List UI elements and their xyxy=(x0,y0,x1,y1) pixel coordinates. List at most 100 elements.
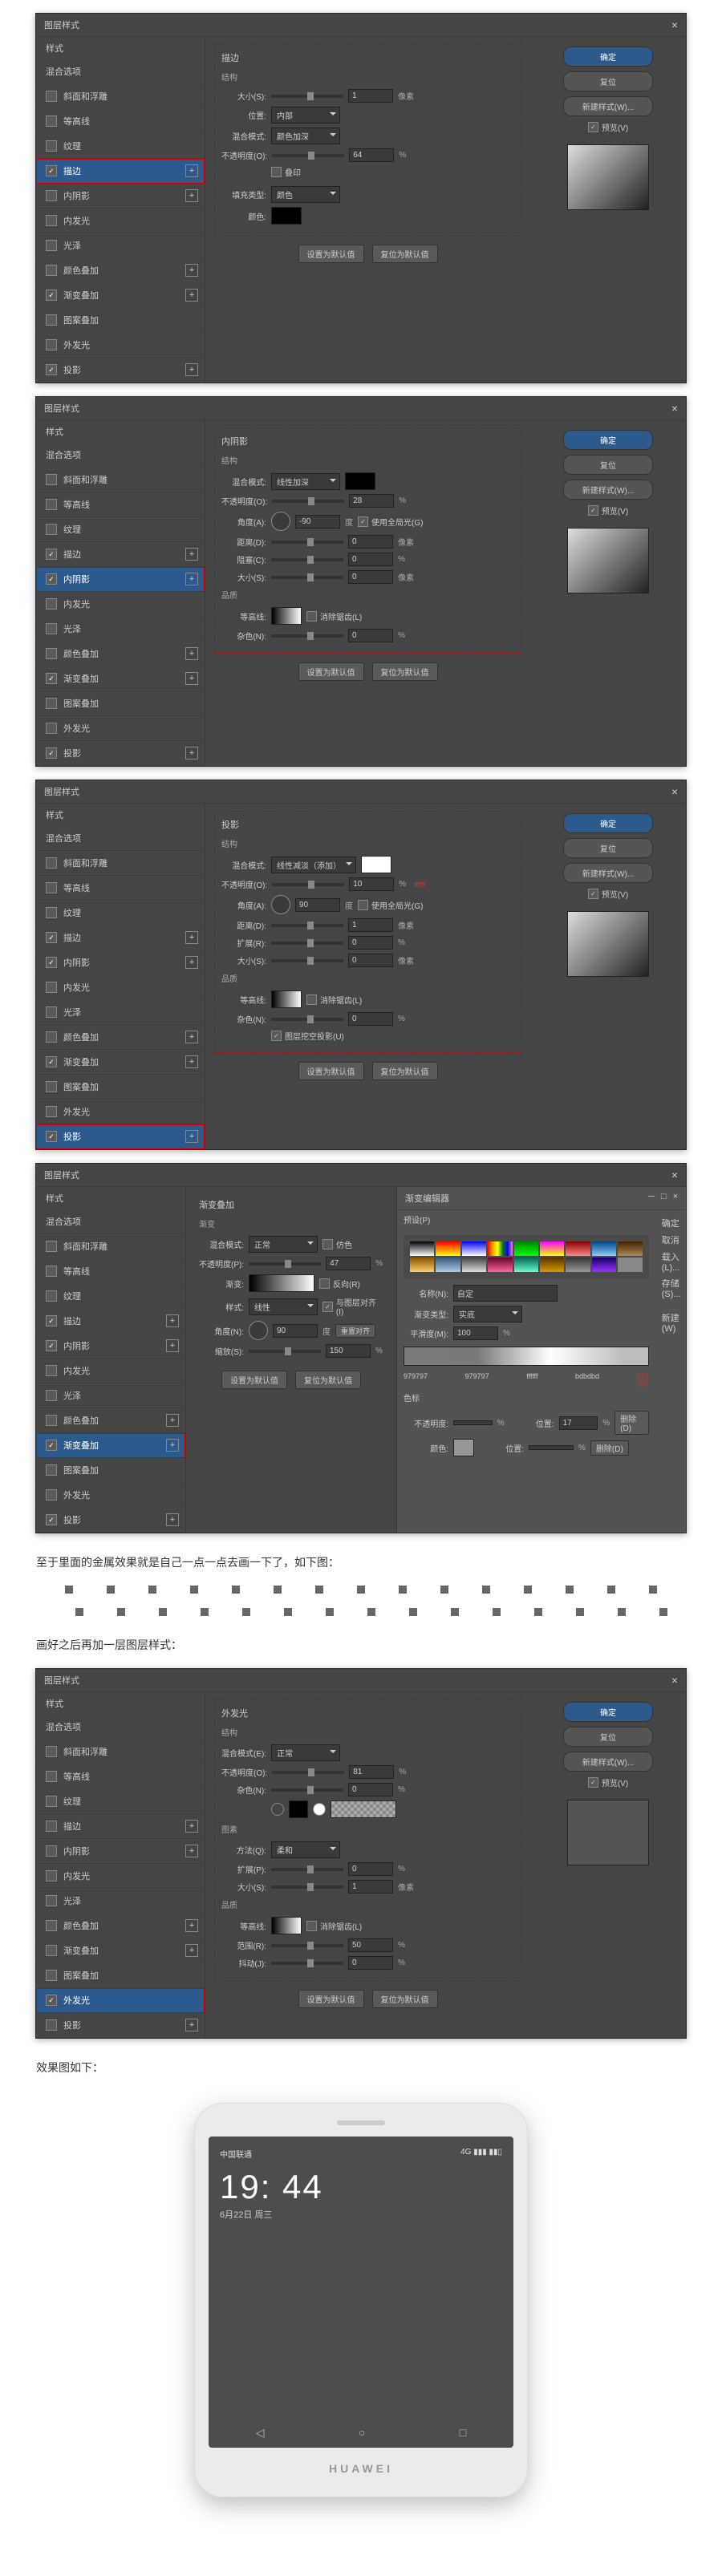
choke-input[interactable]: 0 xyxy=(348,553,393,566)
style-bevel[interactable]: 斜面和浮雕 xyxy=(36,468,205,492)
style-grad-overlay[interactable]: ✓渐变叠加+ xyxy=(36,1050,205,1075)
style-contour[interactable]: 等高线 xyxy=(36,109,205,134)
style-stroke[interactable]: ✓描边+ xyxy=(36,1309,185,1334)
style-drop-shadow[interactable]: 投影+ xyxy=(36,2013,205,2038)
style-texture[interactable]: 纹理 xyxy=(36,517,205,542)
style-outer-glow[interactable]: 外发光 xyxy=(36,716,205,741)
plus-icon[interactable]: + xyxy=(185,289,198,302)
stop-opacity-input[interactable] xyxy=(453,1420,493,1425)
style-texture[interactable]: 纹理 xyxy=(36,1284,185,1309)
distance-input[interactable]: 0 xyxy=(348,535,393,549)
gradient-radio[interactable] xyxy=(313,1803,326,1816)
opacity-input[interactable]: 28 xyxy=(349,494,394,508)
opacity-slider[interactable] xyxy=(249,1262,321,1266)
reverse-checkbox[interactable]: 反向(R) xyxy=(319,1278,360,1290)
style-outer-glow[interactable]: 外发光 xyxy=(36,333,205,358)
spread-slider[interactable] xyxy=(271,942,343,945)
opacity-slider[interactable] xyxy=(272,883,344,886)
preview-checkbox[interactable]: ✓预览(V) xyxy=(588,504,628,516)
stop-position-input[interactable] xyxy=(529,1445,574,1450)
ok-button[interactable]: 确定 xyxy=(563,430,653,450)
style-pattern-overlay[interactable]: 图案叠加 xyxy=(36,1458,185,1483)
range-slider[interactable] xyxy=(271,1944,343,1947)
style-outer-glow[interactable]: ✓外发光 xyxy=(36,1988,205,2013)
angle-input[interactable]: 90 xyxy=(295,898,340,912)
size-input[interactable]: 0 xyxy=(348,570,393,584)
knockout-checkbox[interactable]: ✓图层挖空投影(U) xyxy=(271,1030,344,1042)
technique-select[interactable]: 柔和 xyxy=(271,1841,340,1858)
scale-slider[interactable] xyxy=(249,1350,321,1353)
style-texture[interactable]: 纹理 xyxy=(36,134,205,159)
delete-stop-button[interactable]: 删除(D) xyxy=(590,1440,629,1456)
size-slider[interactable] xyxy=(271,95,343,98)
opacity-slider[interactable] xyxy=(272,1771,344,1774)
style-blend[interactable]: 混合选项 xyxy=(36,1715,205,1740)
reset-default-button[interactable]: 复位为默认值 xyxy=(372,1062,438,1080)
size-slider[interactable] xyxy=(271,959,343,962)
plus-icon[interactable]: + xyxy=(185,363,198,376)
style-outer-glow[interactable]: 外发光 xyxy=(36,1483,185,1508)
style-bevel[interactable]: 斜面和浮雕 xyxy=(36,851,205,876)
preview-checkbox[interactable]: ✓预览(V) xyxy=(588,1776,628,1788)
style-drop-shadow[interactable]: ✓投影+ xyxy=(36,1124,205,1149)
style-pattern-overlay[interactable]: 图案叠加 xyxy=(36,1963,205,1988)
style-select[interactable]: 线性 xyxy=(249,1298,318,1315)
color-radio[interactable] xyxy=(271,1803,284,1816)
color-swatch[interactable] xyxy=(271,207,302,225)
contour-picker[interactable] xyxy=(271,607,302,625)
load-button[interactable]: 载入(L)... xyxy=(662,1250,681,1273)
style-satin[interactable]: 光泽 xyxy=(36,1383,185,1408)
set-default-button[interactable]: 设置为默认值 xyxy=(221,1371,287,1389)
distance-slider[interactable] xyxy=(271,541,343,544)
fill-select[interactable]: 颜色 xyxy=(271,186,340,203)
spread-input[interactable]: 0 xyxy=(348,936,393,950)
style-blend[interactable]: 混合选项 xyxy=(36,826,205,851)
dither-checkbox[interactable]: 仿色 xyxy=(322,1238,352,1250)
style-satin[interactable]: 光泽 xyxy=(36,233,205,258)
style-color-overlay[interactable]: 颜色叠加+ xyxy=(36,258,205,283)
style-pattern-overlay[interactable]: 图案叠加 xyxy=(36,691,205,716)
angle-input[interactable]: -90 xyxy=(295,515,340,529)
spread-slider[interactable] xyxy=(271,1868,343,1871)
opacity-input[interactable]: 10 xyxy=(349,877,394,891)
new-style-button[interactable]: 新建样式(W)... xyxy=(563,863,653,883)
noise-input[interactable]: 0 xyxy=(348,629,393,642)
close-icon[interactable]: × xyxy=(671,785,678,798)
blend-select[interactable]: 正常 xyxy=(271,1744,340,1761)
style-blend[interactable]: 混合选项 xyxy=(36,443,205,468)
glow-gradient-swatch[interactable] xyxy=(331,1800,396,1818)
blend-select[interactable]: 正常 xyxy=(249,1236,318,1253)
spread-input[interactable]: 0 xyxy=(348,1862,393,1876)
style-inner-glow[interactable]: 内发光 xyxy=(36,209,205,233)
align-checkbox[interactable]: ✓与图层对齐(I) xyxy=(322,1296,383,1317)
blend-select[interactable]: 线性减淡（添加） xyxy=(271,857,356,873)
reset-button[interactable]: 复位 xyxy=(563,455,653,475)
maximize-icon[interactable]: □ xyxy=(661,1192,667,1205)
noise-slider[interactable] xyxy=(271,634,343,638)
antialias-checkbox[interactable]: 消除锯齿(L) xyxy=(306,610,362,622)
style-stroke[interactable]: 描边+ xyxy=(36,1814,205,1839)
ok-button[interactable]: 确定 xyxy=(563,47,653,67)
style-stroke[interactable]: ✓描边+ xyxy=(36,925,205,950)
new-style-button[interactable]: 新建样式(W)... xyxy=(563,1752,653,1772)
set-default-button[interactable]: 设置为默认值 xyxy=(298,1062,364,1080)
style-satin[interactable]: 光泽 xyxy=(36,617,205,642)
range-input[interactable]: 50 xyxy=(348,1938,393,1952)
style-inner-glow[interactable]: 内发光 xyxy=(36,1864,205,1889)
style-color-overlay[interactable]: 颜色叠加+ xyxy=(36,1408,185,1433)
style-contour[interactable]: 等高线 xyxy=(36,1764,205,1789)
style-texture[interactable]: 纹理 xyxy=(36,901,205,925)
set-default-button[interactable]: 设置为默认值 xyxy=(298,1990,364,2008)
delete-stop-button[interactable]: 删除(D) xyxy=(615,1411,649,1435)
cancel-button[interactable]: 取消 xyxy=(662,1233,681,1246)
save-button[interactable]: 存储(S)... xyxy=(662,1277,681,1299)
style-drop-shadow[interactable]: ✓投影+ xyxy=(36,358,205,383)
style-contour[interactable]: 等高线 xyxy=(36,492,205,517)
reset-default-button[interactable]: 复位为默认值 xyxy=(295,1371,361,1389)
style-contour[interactable]: 等高线 xyxy=(36,876,205,901)
size-slider[interactable] xyxy=(271,576,343,579)
gradient-presets[interactable] xyxy=(404,1235,649,1278)
style-color-overlay[interactable]: 颜色叠加+ xyxy=(36,1914,205,1938)
style-texture[interactable]: 纹理 xyxy=(36,1789,205,1814)
style-color-overlay[interactable]: 颜色叠加+ xyxy=(36,642,205,666)
